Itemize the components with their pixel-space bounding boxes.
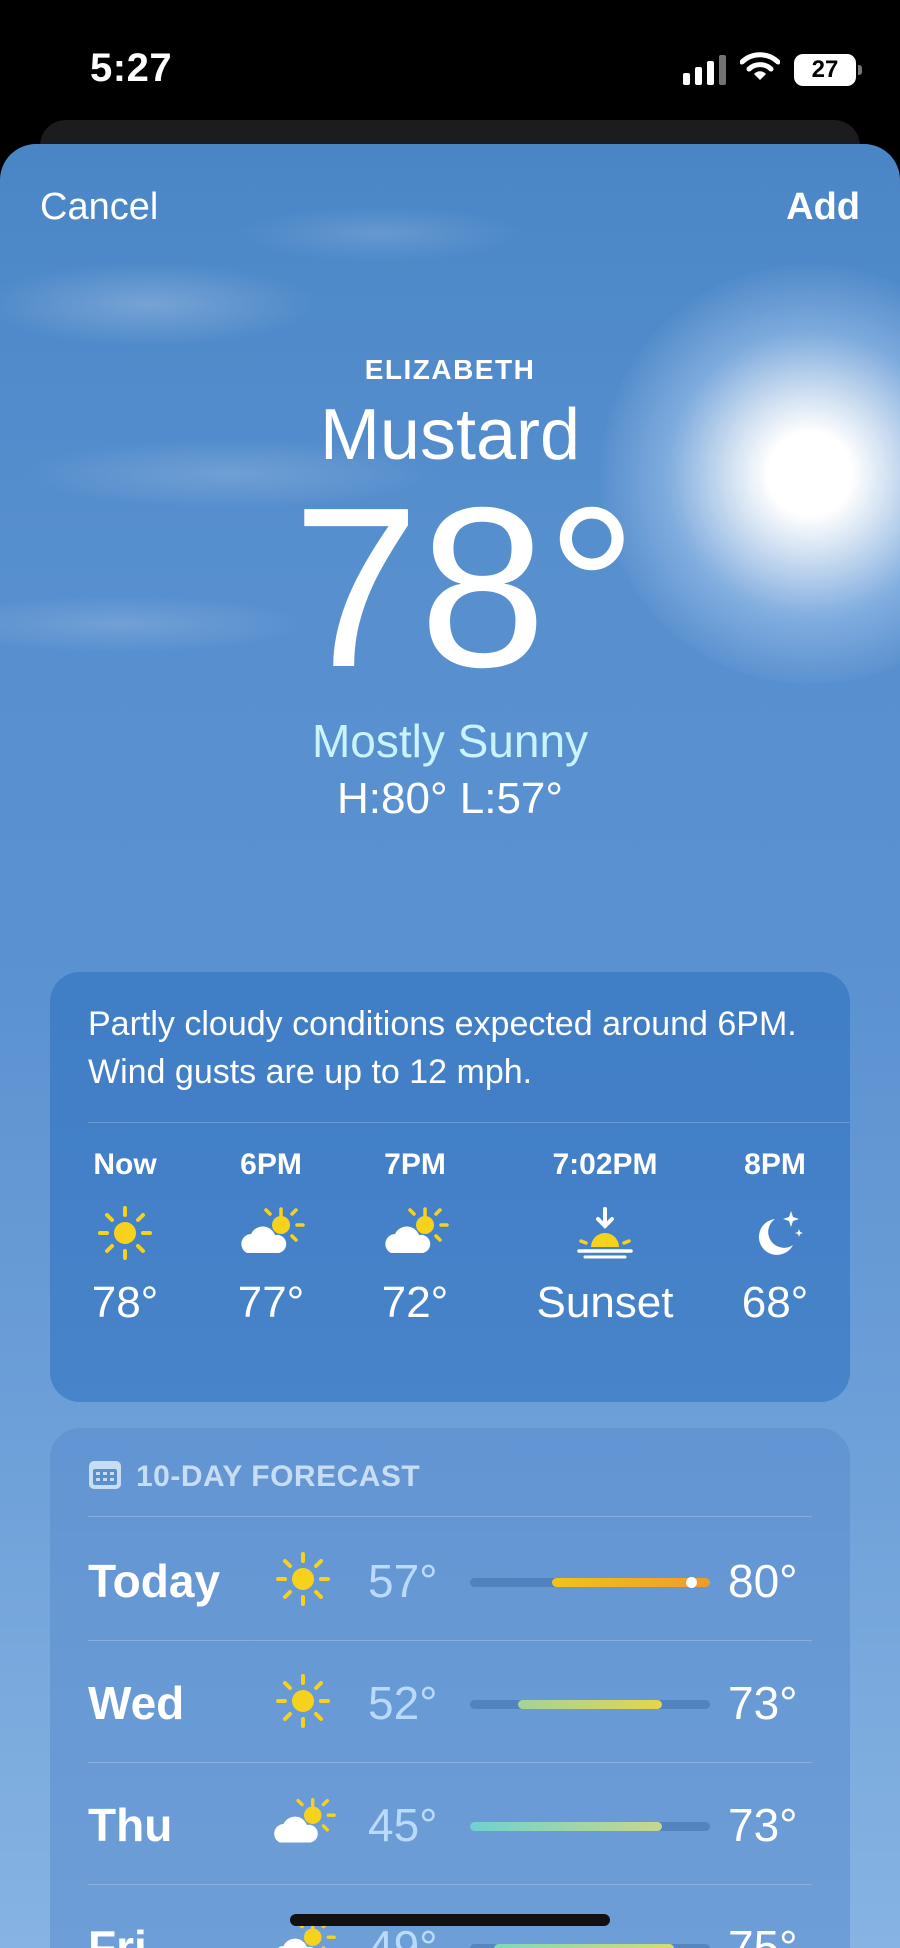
current-temperature: 78° <box>292 461 638 715</box>
partly-cloudy-icon <box>196 1188 346 1278</box>
day-low: 52° <box>368 1677 438 1729</box>
day-low: 45° <box>368 1799 438 1851</box>
ten-day-forecast-card[interactable]: 10-DAY FORECAST Today 57° 80° Wed 52° 73… <box>50 1428 850 1948</box>
partly-cloudy-icon <box>268 1788 338 1858</box>
sun-icon <box>268 1666 338 1736</box>
hour-time: 7PM <box>384 1148 446 1181</box>
hour-item: 8PM 68° <box>700 1148 850 1328</box>
current-condition: Mostly Sunny <box>311 715 589 767</box>
day-name: Fri <box>88 1921 147 1948</box>
hour-time: 8PM <box>744 1148 806 1181</box>
divider <box>88 1884 812 1885</box>
forecast-header: 10-DAY FORECAST <box>88 1458 420 1495</box>
divider <box>88 1122 850 1123</box>
day-high: 73° <box>728 1799 798 1851</box>
forecast-title: 10-DAY FORECAST <box>136 1459 421 1493</box>
hourly-summary: Partly cloudy conditions expected around… <box>88 1005 797 1091</box>
sun-icon <box>268 1544 338 1614</box>
hour-temp: Sunset <box>536 1278 674 1327</box>
temperature-range-bar <box>470 1577 710 1588</box>
battery-icon: 27 <box>794 53 862 86</box>
day-low: 57° <box>368 1555 438 1607</box>
day-name: Thu <box>88 1799 173 1851</box>
add-button[interactable]: Add <box>786 186 860 229</box>
hour-temp: 72° <box>381 1278 449 1327</box>
hour-time: 6PM <box>240 1148 302 1181</box>
high-low-temperature: H:80° L:57° <box>337 774 563 823</box>
cancel-button[interactable]: Cancel <box>40 186 158 229</box>
battery-level: 27 <box>811 55 839 83</box>
temperature-range-bar <box>470 1944 710 1948</box>
hour-temp: 77° <box>237 1278 305 1327</box>
hour-item: 6PM 77° <box>196 1148 346 1328</box>
divider <box>88 1762 812 1763</box>
status-icons: 27 <box>683 52 862 87</box>
wifi-icon <box>739 52 781 87</box>
status-bar: 5:27 27 <box>0 0 900 120</box>
forecast-row[interactable]: Today 57° 80° <box>88 1520 812 1640</box>
hour-item: 7:02PM Sunset <box>510 1148 700 1328</box>
temperature-range-fill <box>518 1700 662 1709</box>
home-indicator <box>290 1914 610 1926</box>
hour-time: 7:02PM <box>552 1148 658 1181</box>
location-preview-sheet[interactable]: Cancel Add ELIZABETH Mustard 78° Mostly … <box>0 144 900 1948</box>
hour-item: Now 78° <box>50 1148 200 1328</box>
temperature-range-fill <box>470 1822 662 1831</box>
hour-temp: 78° <box>91 1278 159 1327</box>
day-name: Today <box>88 1555 221 1607</box>
divider <box>88 1516 812 1517</box>
day-high: 75° <box>728 1921 798 1948</box>
cellular-signal-icon <box>683 54 726 85</box>
divider <box>88 1640 812 1641</box>
status-time: 5:27 <box>90 46 173 90</box>
calendar-icon <box>88 1458 122 1495</box>
temperature-range-bar <box>470 1700 710 1709</box>
sun-icon <box>50 1188 200 1278</box>
forecast-row[interactable]: Thu 45° 73° <box>88 1764 812 1884</box>
day-high: 73° <box>728 1677 798 1729</box>
hourly-forecast-card[interactable]: Partly cloudy conditions expected around… <box>50 972 850 1402</box>
temperature-range-fill <box>494 1944 674 1948</box>
day-name: Wed <box>88 1677 185 1729</box>
hour-item: 7PM 72° <box>340 1148 490 1328</box>
temperature-range-bar <box>470 1822 710 1831</box>
partly-cloudy-icon <box>340 1188 490 1278</box>
day-high: 80° <box>728 1555 798 1607</box>
location-label: ELIZABETH <box>364 354 536 385</box>
hour-temp: 68° <box>741 1278 809 1327</box>
moon-stars-icon <box>700 1188 850 1278</box>
forecast-row[interactable]: Wed 52° 73° <box>88 1642 812 1762</box>
hour-time: Now <box>93 1148 157 1181</box>
current-temperature-dot <box>685 1577 697 1588</box>
sunset-icon <box>510 1188 700 1278</box>
